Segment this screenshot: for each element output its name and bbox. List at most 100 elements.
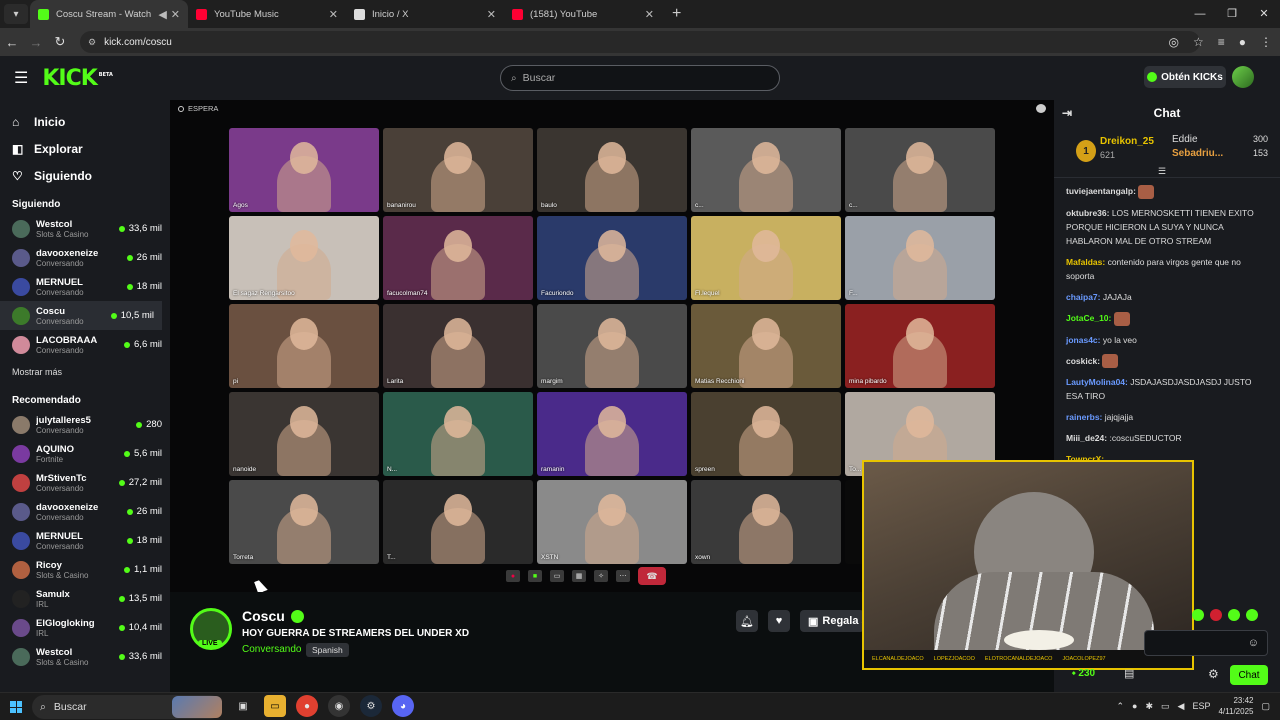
sidebar-channel[interactable]: Westcol Slots & Casino 33,6 mil [0,214,170,243]
participant-tile: N... [383,392,533,476]
bluetooth-icon[interactable]: ✱ [1145,701,1153,712]
search-placeholder: Buscar [522,72,556,84]
chat-settings-icon[interactable]: ⚙ [1208,667,1219,681]
chat-username[interactable]: JotaCe_10 [1066,313,1109,323]
chat-username[interactable]: jonas4c [1066,335,1098,345]
browser-tab[interactable]: YouTube Music ✕ [188,0,346,28]
leader-second-name[interactable]: Eddie [1172,134,1198,145]
chat-input[interactable]: ☺ [1144,630,1268,656]
stream-info: LIVE Coscu HOY GUERRA DE STREAMERS DEL U… [170,592,864,692]
pin-icon[interactable]: ☰ [1158,166,1166,177]
show-more-link[interactable]: Mostrar más [0,359,170,385]
nav-item-explorar[interactable]: ◧ Explorar [12,135,158,162]
close-window-button[interactable]: ✕ [1248,0,1280,28]
chat-username[interactable]: tuviejaentangalp [1066,186,1133,196]
microphone-icon[interactable]: ● [1132,701,1137,711]
channel-points[interactable]: ⬩ 230 [1072,668,1095,679]
sidebar-channel[interactable]: Westcol Slots & Casino 33,6 mil [0,642,170,671]
eye-off-icon[interactable]: ◎ [1168,35,1178,49]
language-tag[interactable]: Spanish [306,643,349,657]
sidebar-channel[interactable]: LACOBRAAA Conversando 6,6 mil [0,330,170,359]
kick-logo[interactable]: KICK BETA [42,66,113,91]
get-kicks-button[interactable]: Obtén KICKs [1144,66,1226,88]
gift-sub-button[interactable]: ▣Regala S [800,610,864,632]
nav-label: Inicio [34,114,66,129]
sidebar-channel[interactable]: davooxeneize Conversando 26 mil [0,243,170,272]
stream-category[interactable]: Conversando [242,644,301,655]
discord-icon[interactable]: ◕ [392,695,414,717]
streamer-name[interactable]: Coscu [242,608,285,624]
sidebar-channel[interactable]: MrStivenTc Conversando 27,2 mil [0,468,170,497]
network-icon[interactable]: ▭ [1161,701,1170,712]
file-explorer-icon[interactable]: ▭ [264,695,286,717]
close-tab-icon[interactable]: ✕ [487,8,496,21]
sidebar-channel[interactable]: Samulx IRL 13,5 mil [0,584,170,613]
windows-start-icon[interactable] [10,701,22,713]
user-avatar[interactable] [1232,66,1254,88]
sidebar-channel[interactable]: Ricoy Slots & Casino 1,1 mil [0,555,170,584]
media-control-icon[interactable]: ≡ [1218,35,1225,49]
sidebar-channel[interactable]: davooxeneize Conversando 26 mil [0,497,170,526]
nav-item-siguiendo[interactable]: ♡ Siguiendo [12,162,158,189]
sidebar-channel[interactable]: MERNUEL Conversando 18 mil [0,526,170,555]
chat-username[interactable]: chaipa7 [1066,292,1098,302]
mute-tab-icon[interactable]: ◀ [158,8,166,21]
browser-tab[interactable]: (1581) YouTube ✕ [504,0,662,28]
tab-search-button[interactable]: ▾ [4,4,28,24]
chat-username[interactable]: rainerbs [1066,412,1100,422]
chat-username[interactable]: Mafaldas [1066,257,1102,267]
emote-icon[interactable] [1246,609,1258,621]
bookmark-star-icon[interactable]: ☆ [1193,35,1204,49]
rewards-icon[interactable]: ▤ [1124,667,1134,680]
chat-username[interactable]: oktubre36 [1066,208,1107,218]
close-tab-icon[interactable]: ✕ [171,8,180,21]
restore-button[interactable]: ❐ [1216,0,1248,28]
send-chat-button[interactable]: Chat [1230,665,1268,685]
nav-item-inicio[interactable]: ⌂ Inicio [12,108,158,135]
forward-button[interactable]: → [24,35,48,50]
steam-icon[interactable]: ⚙ [360,695,382,717]
language-indicator[interactable]: ESP [1192,701,1210,711]
chat-username[interactable]: LautyMolina04 [1066,377,1125,387]
notification-bell-button[interactable]: 🔔︎ [736,610,758,632]
emoji-picker-icon[interactable]: ☺ [1248,637,1259,649]
live-dot-icon [118,624,125,631]
tray-chevron-icon[interactable]: ⌃ [1117,701,1125,712]
close-tab-icon[interactable]: ✕ [329,8,338,21]
sidebar-channel[interactable]: AQUINO Fortnite 5,6 mil [0,439,170,468]
sidebar-channel[interactable]: Coscu Conversando 10,5 mil [0,301,162,330]
follow-heart-button[interactable]: ♥ [768,610,790,632]
browser-tab[interactable]: Coscu Stream - Watch Live ◀ ✕ [30,0,188,28]
chrome-icon[interactable]: ● [296,695,318,717]
site-info-icon[interactable]: ⚙ [88,37,96,48]
sidebar-channel[interactable]: MERNUEL Conversando 18 mil [0,272,170,301]
sidebar-channel[interactable]: ElGlogloking IRL 10,4 mil [0,613,170,642]
sidebar-channel[interactable]: julytalleres5 Conversando 280 [0,410,170,439]
url-text: kick.com/coscu [104,36,172,48]
clock[interactable]: 23:42 4/11/2025 [1218,695,1253,717]
notifications-icon[interactable]: ▢ [1261,701,1270,712]
collapse-chat-icon[interactable]: ⇥ [1062,106,1072,120]
browser-menu-icon[interactable]: ⋮ [1260,35,1272,49]
chat-username[interactable]: coskick [1066,356,1097,366]
back-button[interactable]: ← [0,35,24,50]
close-tab-icon[interactable]: ✕ [645,8,654,21]
volume-icon[interactable]: ◀ [1178,701,1185,712]
emote-icon[interactable] [1192,609,1204,621]
leader-first-name[interactable]: Dreikon_25 [1100,136,1154,147]
new-tab-button[interactable]: + [672,5,681,23]
emote-icon[interactable] [1228,609,1240,621]
address-bar[interactable]: ⚙ kick.com/coscu [80,31,1200,53]
profile-icon[interactable]: ● [1239,35,1246,49]
taskbar-search[interactable]: ⌕ Buscar [32,695,222,719]
menu-icon[interactable]: ☰ [14,68,28,88]
minimize-button[interactable]: — [1184,0,1216,28]
browser-tab[interactable]: Inicio / X ✕ [346,0,504,28]
leader-third-name[interactable]: Sebadriu... [1172,148,1223,159]
task-view-icon[interactable]: ▣ [232,695,254,717]
emote-icon[interactable] [1210,609,1222,621]
search-input[interactable]: ⌕ Buscar [500,65,780,91]
reload-button[interactable]: ↻ [48,34,72,50]
obs-icon[interactable]: ◉ [328,695,350,717]
chat-username[interactable]: Miii_de24 [1066,433,1104,443]
